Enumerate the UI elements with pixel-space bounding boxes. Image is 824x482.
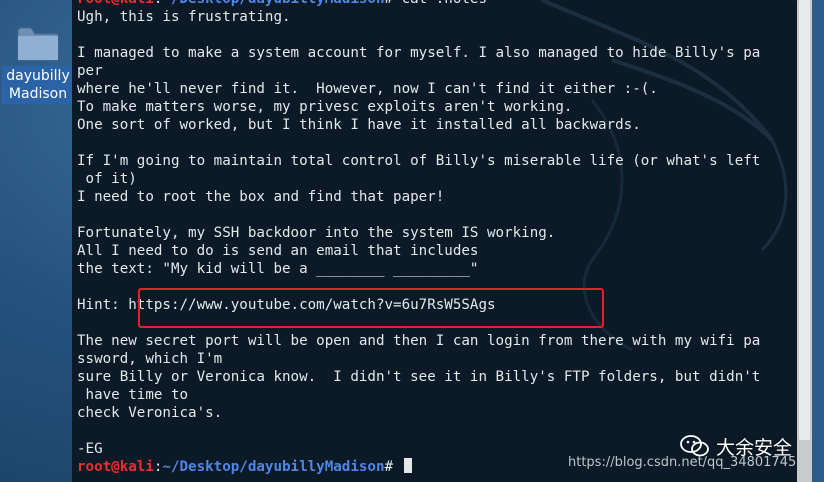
desktop-folder-dayubillymadison[interactable]: dayubillyMadison bbox=[0, 16, 76, 110]
folder-label: dayubillyMadison bbox=[2, 66, 74, 104]
folder-icon bbox=[17, 27, 59, 61]
terminal-cursor bbox=[403, 458, 412, 473]
terminal-line: root@kali:~/Desktop/dayubillyMadison# ca… bbox=[77, 0, 760, 8]
terminal-line: sure Billy or Veronica know. I didn't se… bbox=[77, 369, 761, 385]
terminal-line: have time to bbox=[77, 387, 189, 403]
terminal-window[interactable]: root@kali:~/Desktop/dayubillyMadison# ca… bbox=[72, 0, 812, 482]
terminal-line: Ugh, this is frustrating. bbox=[77, 9, 291, 25]
prompt-command: # bbox=[384, 459, 402, 475]
prompt-path: ~/Desktop/dayubillyMadison bbox=[162, 0, 384, 7]
prompt-path: ~/Desktop/dayubillyMadison bbox=[162, 459, 385, 475]
terminal-line: where he'll never find it. However, now … bbox=[77, 81, 658, 97]
terminal-output: root@kali:~/Desktop/dayubillyMadison# ca… bbox=[77, 0, 760, 476]
watermark-url: https://blog.csdn.net/qq_34801745 bbox=[568, 455, 797, 470]
terminal-line: All I need to do is send an email that i… bbox=[77, 243, 479, 259]
terminal-line: per bbox=[77, 63, 103, 79]
hint-highlight-box bbox=[138, 288, 604, 328]
terminal-line: I need to root the box and find that pap… bbox=[77, 189, 445, 205]
terminal-line: Fortunately, my SSH backdoor into the sy… bbox=[77, 225, 556, 241]
prompt-command: # cat .notes bbox=[385, 0, 488, 7]
terminal-line: To make matters worse, my privesc exploi… bbox=[77, 99, 573, 115]
prompt-user: root@kali bbox=[77, 459, 154, 475]
terminal-line: of it) bbox=[77, 171, 137, 187]
terminal-line: check Veronica's. bbox=[77, 405, 223, 421]
desktop-right-edge bbox=[812, 0, 824, 482]
terminal-line: ssword, which I'm bbox=[77, 351, 223, 367]
scrollbar-thumb[interactable] bbox=[799, 0, 810, 440]
prompt-user: root@kali bbox=[77, 0, 154, 7]
terminal-line: I managed to make a system account for m… bbox=[77, 45, 761, 61]
terminal-line: the text: "My kid will be a ________ ___… bbox=[77, 261, 479, 277]
terminal-line: The new secret port will be open and the… bbox=[77, 333, 761, 349]
terminal-line: If I'm going to maintain total control o… bbox=[77, 153, 761, 169]
terminal-scrollbar[interactable] bbox=[797, 0, 812, 482]
terminal-line: One sort of worked, but I think I have i… bbox=[77, 117, 641, 133]
